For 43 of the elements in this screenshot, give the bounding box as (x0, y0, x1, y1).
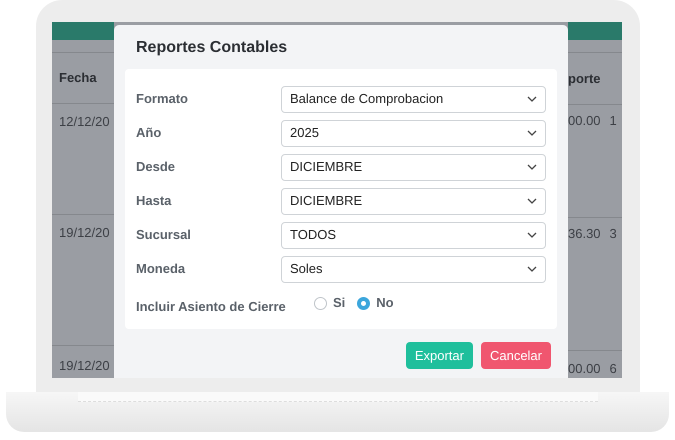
select-value: Balance de Comprobacion (290, 90, 444, 108)
select-field[interactable]: Soles (281, 256, 546, 282)
radio-button[interactable] (357, 296, 370, 310)
table-cell-text: 00.00 (568, 360, 601, 378)
field-label: Año (136, 124, 162, 142)
table-cell-text: 1 (610, 112, 617, 130)
table-cell: 19/12/20 (59, 358, 110, 373)
header-bar (52, 22, 114, 40)
field-label: Sucursal (136, 226, 192, 244)
chevron-down-icon (527, 266, 537, 272)
dialog-title: Reportes Contables (136, 38, 288, 58)
table-cell: 19/12/20 (59, 224, 110, 240)
column-heading: porte (568, 70, 600, 88)
chevron-down-icon (527, 232, 537, 238)
select-value: DICIEMBRE (290, 158, 362, 176)
table-cell: 12/12/20 (59, 114, 110, 130)
column-heading: Fecha (59, 69, 97, 88)
table-cell-text: 3 (610, 224, 617, 243)
select-value: Soles (290, 260, 323, 278)
select-value: 2025 (290, 124, 319, 142)
field-label: Desde (136, 158, 176, 176)
table-cell-text: 00.00 (568, 112, 601, 130)
table-cell-text: 6 (610, 360, 617, 378)
field-label: Incluir Asiento de Cierre (136, 298, 287, 316)
select-value: TODOS (290, 226, 336, 244)
field-label: Formato (136, 90, 189, 108)
chevron-down-icon (527, 164, 537, 170)
chevron-down-icon (527, 130, 537, 136)
select-field[interactable]: DICIEMBRE (281, 154, 546, 180)
chevron-down-icon (527, 96, 537, 102)
field-label: Moneda (136, 260, 186, 278)
table-cell-text: 36.30 (568, 224, 601, 243)
radio-label: No (376, 294, 394, 312)
select-field[interactable]: Balance de Comprobacion (281, 86, 546, 112)
select-field[interactable]: 2025 (281, 120, 546, 146)
field-label: Hasta (136, 192, 172, 210)
radio-button[interactable] (314, 296, 327, 310)
header-bar (568, 22, 622, 40)
select-field[interactable]: DICIEMBRE (281, 188, 546, 214)
select-value: DICIEMBRE (290, 192, 362, 210)
select-field[interactable]: TODOS (281, 222, 546, 248)
chevron-down-icon (527, 198, 537, 204)
radio-label: Si (333, 294, 346, 312)
